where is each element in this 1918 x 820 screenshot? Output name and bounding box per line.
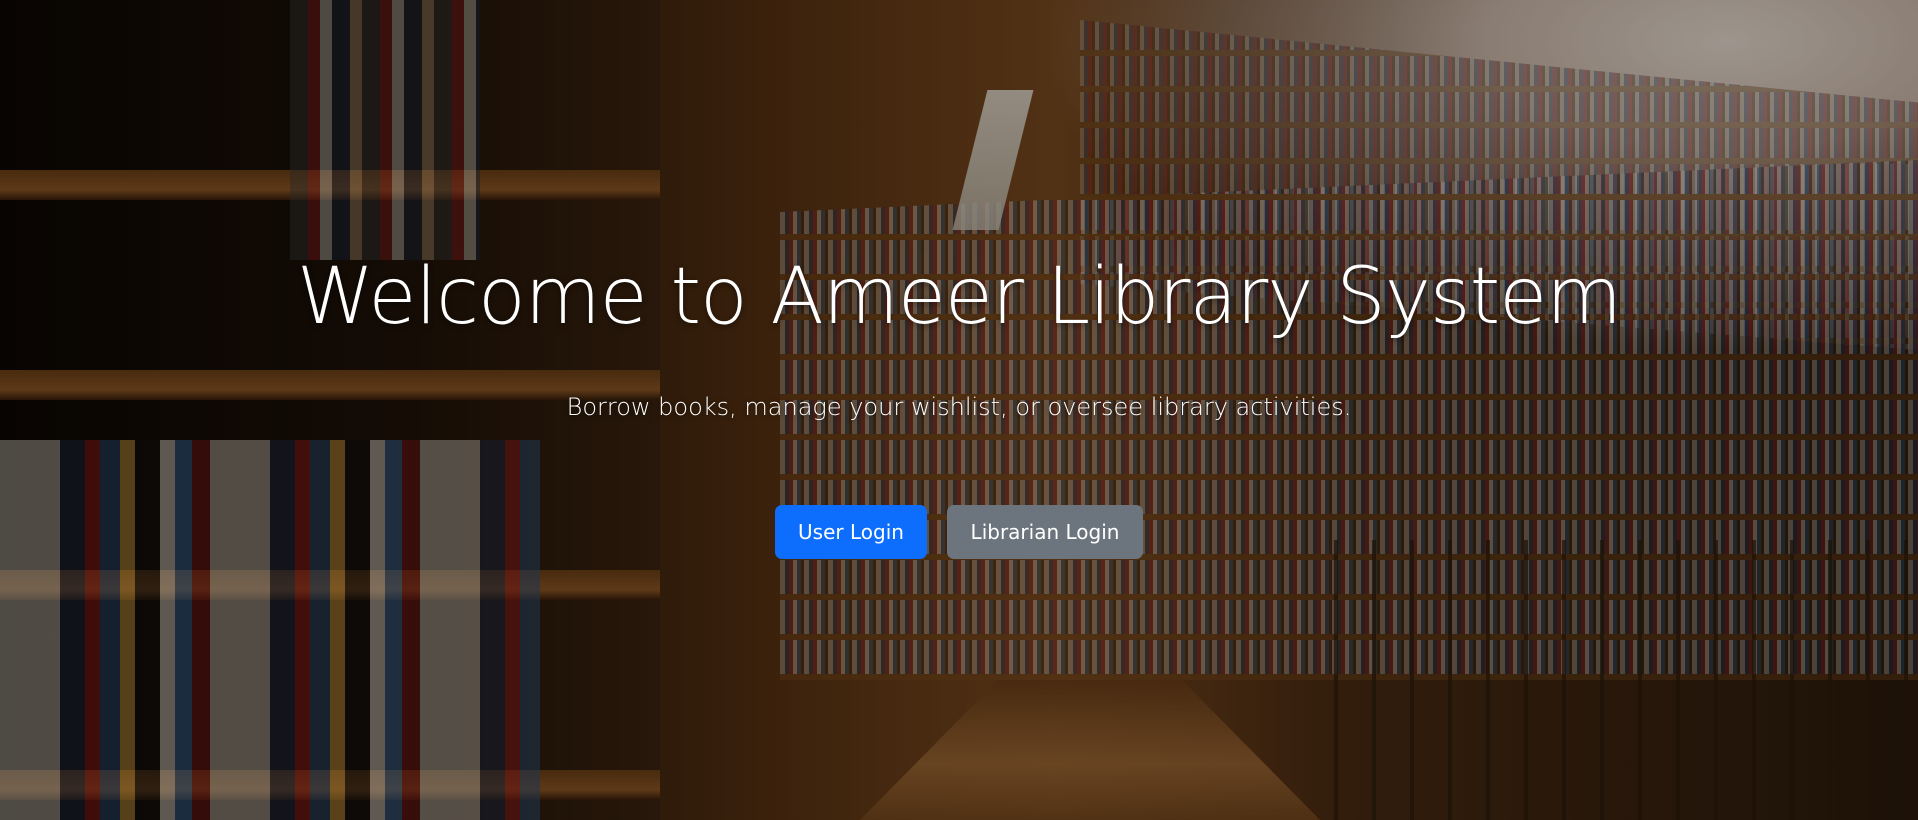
login-buttons: User Login Librarian Login [0,505,1918,559]
hero-subtitle: Borrow books, manage your wishlist, or o… [566,393,1352,421]
page-title: Welcome to Ameer Library System [296,252,1622,342]
hero-section: Welcome to Ameer Library System Borrow b… [0,0,1918,820]
librarian-login-button[interactable]: Librarian Login [947,505,1143,559]
user-login-button[interactable]: User Login [775,505,927,559]
hero-content: Welcome to Ameer Library System Borrow b… [0,0,1918,820]
